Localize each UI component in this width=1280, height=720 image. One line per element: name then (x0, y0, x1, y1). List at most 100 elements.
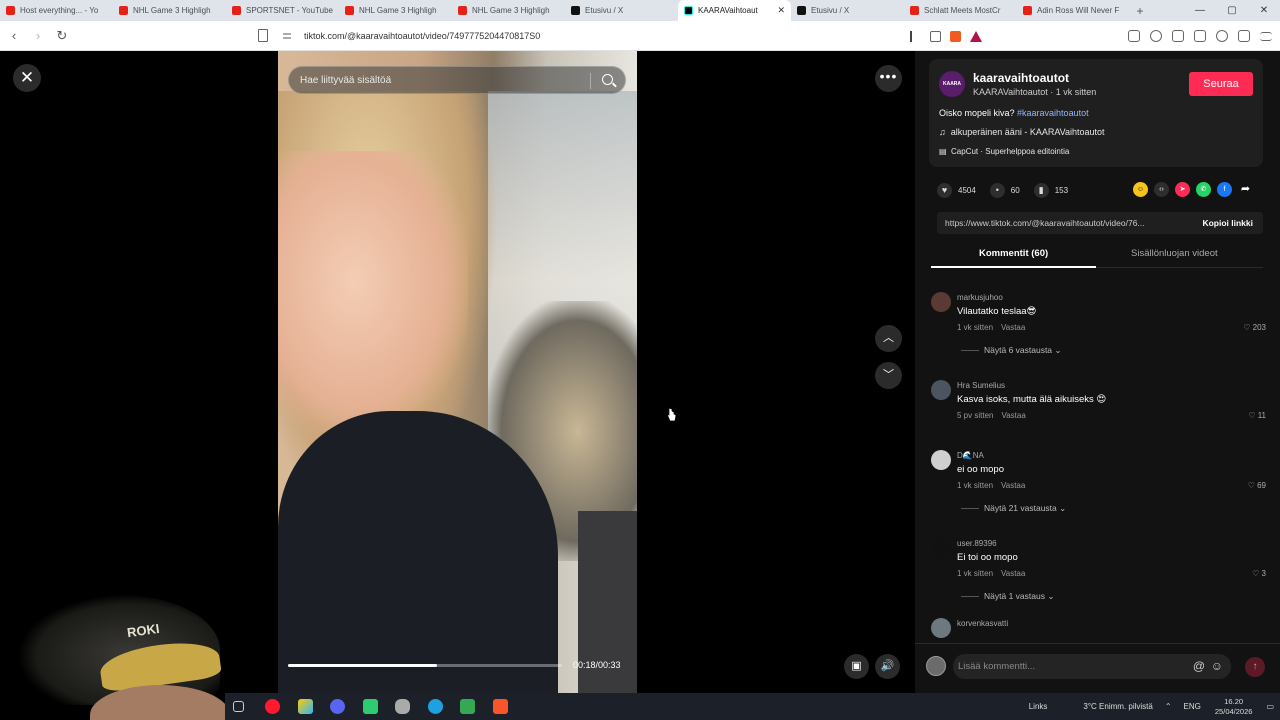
related-search-input[interactable]: Hae liittyvää sisältöä (288, 66, 626, 94)
new-tab-icon[interactable]: + (1130, 4, 1150, 18)
comment-like-button[interactable]: ♡ 11 (1248, 411, 1266, 420)
video-player[interactable]: Hae liittyvää sisältöä 00:18/00:33 (278, 51, 637, 693)
comment-avatar[interactable] (931, 292, 951, 312)
translate-icon[interactable] (910, 30, 921, 42)
tab-creator-videos[interactable]: Sisällönluojan videot (1131, 248, 1218, 259)
brave-icon[interactable] (493, 699, 508, 714)
embed-icon[interactable]: ‹› (1154, 182, 1169, 197)
reader-icon[interactable] (1128, 30, 1140, 42)
weather-widget[interactable]: 3°C Enimm. pilvistä (1083, 702, 1152, 711)
reply-button[interactable]: Vastaa (1001, 481, 1025, 490)
view-replies-button[interactable]: Näytä 6 vastausta ⌄ (961, 345, 1062, 356)
previous-video-button[interactable]: ︿ (875, 325, 902, 352)
comment-like-button[interactable]: ♡ 69 (1248, 481, 1266, 490)
reload-icon[interactable]: ↻ (52, 28, 72, 44)
save-button[interactable]: ▮ 153 (1033, 182, 1068, 198)
music-row[interactable]: ♫ alkuperäinen ääni - KAARAVaihtoautot (939, 127, 1105, 137)
follow-button[interactable]: Seuraa (1189, 72, 1253, 96)
emoji-icon[interactable]: ☺ (1211, 654, 1223, 679)
comment-username[interactable]: markusjuhoo (957, 293, 1003, 302)
language-indicator[interactable]: ENG (1184, 702, 1201, 711)
comment-avatar[interactable] (931, 380, 951, 400)
comment-avatar[interactable] (931, 538, 951, 558)
browser-tab[interactable]: NHL Game 3 Highligh (452, 0, 565, 21)
reply-button[interactable]: Vastaa (1001, 569, 1025, 578)
comment-like-button[interactable]: ♡ 203 (1243, 323, 1266, 332)
browser-tab[interactable]: Etusivu / X (791, 0, 904, 21)
clock[interactable]: 16.20 25/04/2026 (1215, 697, 1253, 717)
hashtag-link[interactable]: #kaaravaihtoautot (1017, 108, 1089, 118)
more-options-button[interactable]: ••• (875, 65, 902, 92)
back-icon[interactable]: ‹ (4, 28, 24, 43)
tab-comments[interactable]: Kommentit (60) (979, 248, 1048, 259)
comment-username[interactable]: user.89396 (957, 539, 997, 548)
window-close-icon[interactable]: ✕ (1248, 0, 1280, 21)
share-link-url[interactable]: https://www.tiktok.com/@kaaravaihtoautot… (945, 218, 1175, 228)
like-button[interactable]: ♥ 4504 (937, 182, 976, 198)
colors-app-icon[interactable] (298, 699, 313, 714)
tray-up-icon[interactable]: ⌃ (1165, 702, 1172, 711)
comment-avatar[interactable] (931, 450, 951, 470)
browser-tab[interactable]: Adin Ross Will Never F (1017, 0, 1130, 21)
video-progress-bar[interactable] (288, 664, 562, 667)
opera-icon[interactable] (265, 699, 280, 714)
comment-username[interactable]: Hra Sumelius (957, 381, 1005, 390)
forward-icon[interactable]: › (28, 28, 48, 43)
view-replies-button[interactable]: Näytä 1 vastaus ⌄ (961, 591, 1054, 602)
send-icon[interactable]: ➤ (1175, 182, 1190, 197)
comment-button[interactable]: • 60 (989, 182, 1020, 198)
share-arrow-icon[interactable]: ➦ (1238, 182, 1253, 197)
menu-icon[interactable] (1260, 31, 1272, 41)
discord-icon[interactable] (330, 699, 345, 714)
brave-rewards-icon[interactable] (970, 30, 982, 42)
extensions-icon[interactable] (1194, 30, 1206, 42)
volume-button[interactable]: 🔊 (875, 654, 900, 679)
comment-input[interactable]: Lisää kommentti... @ ☺ (953, 654, 1231, 679)
coin-icon[interactable]: ☺ (1133, 182, 1148, 197)
comment-avatar[interactable] (931, 618, 951, 638)
close-video-button[interactable]: ✕ (13, 64, 41, 92)
pip-button[interactable]: ▣ (844, 654, 869, 679)
media-icon[interactable] (1150, 30, 1162, 42)
author-username[interactable]: kaaravaihtoautot (973, 71, 1069, 85)
maximize-icon[interactable]: ▢ (1216, 0, 1248, 21)
reply-button[interactable]: Vastaa (1001, 411, 1025, 420)
share-icon[interactable] (930, 30, 941, 42)
browser-tab[interactable]: Host everything... - Yo (0, 0, 113, 21)
whatsapp-icon[interactable]: ✆ (1196, 182, 1211, 197)
next-video-button[interactable]: ﹀ (875, 362, 902, 389)
browser-tab[interactable]: NHL Game 3 Highligh (113, 0, 226, 21)
browser-tab[interactable]: KAARAVaihtoaut ✕ (678, 0, 791, 21)
comment-username[interactable]: korvenkasvatti (957, 619, 1008, 628)
browser-tab[interactable]: SPORTSNET - YouTube (226, 0, 339, 21)
view-replies-button[interactable]: Näytä 21 vastausta ⌄ (961, 503, 1066, 514)
browser-tab[interactable]: NHL Game 3 Highligh (339, 0, 452, 21)
search-icon[interactable] (602, 74, 613, 85)
minimize-icon[interactable]: — (1184, 0, 1216, 21)
links-toolbar[interactable]: Links (1029, 702, 1048, 711)
tab-close-icon[interactable]: ✕ (777, 5, 785, 16)
facebook-icon[interactable]: f (1217, 182, 1232, 197)
site-settings-icon[interactable] (283, 32, 291, 40)
leo-icon[interactable] (1216, 30, 1228, 42)
author-avatar[interactable]: KAARA (939, 71, 965, 97)
bookmark-icon[interactable] (258, 29, 268, 42)
brave-shield-icon[interactable] (950, 30, 961, 42)
comment-like-button[interactable]: ♡ 3 (1252, 569, 1266, 578)
mention-icon[interactable]: @ (1193, 654, 1205, 679)
taskview-icon[interactable] (233, 701, 244, 712)
game-app-icon[interactable] (363, 699, 378, 714)
play-app-icon[interactable] (460, 699, 475, 714)
notifications-icon[interactable]: ▭ (1266, 702, 1274, 711)
capcut-row[interactable]: ▤ CapCut · Superhelppoa editointia (939, 147, 1069, 156)
vpn-icon[interactable] (1238, 30, 1250, 42)
copy-link-button[interactable]: Kopioi linkki (1202, 218, 1253, 228)
send-comment-button[interactable]: ↑ (1245, 657, 1265, 677)
url-field[interactable]: tiktok.com/@kaaravaihtoautot/video/74977… (304, 21, 540, 51)
edge-icon[interactable] (428, 699, 443, 714)
reply-button[interactable]: Vastaa (1001, 323, 1025, 332)
browser-tab[interactable]: Schlatt Meets MostCr (904, 0, 1017, 21)
comment-username[interactable]: D🌊NA (957, 451, 984, 460)
shield-app-icon[interactable] (395, 699, 410, 714)
browser-tab[interactable]: Etusivu / X (565, 0, 678, 21)
